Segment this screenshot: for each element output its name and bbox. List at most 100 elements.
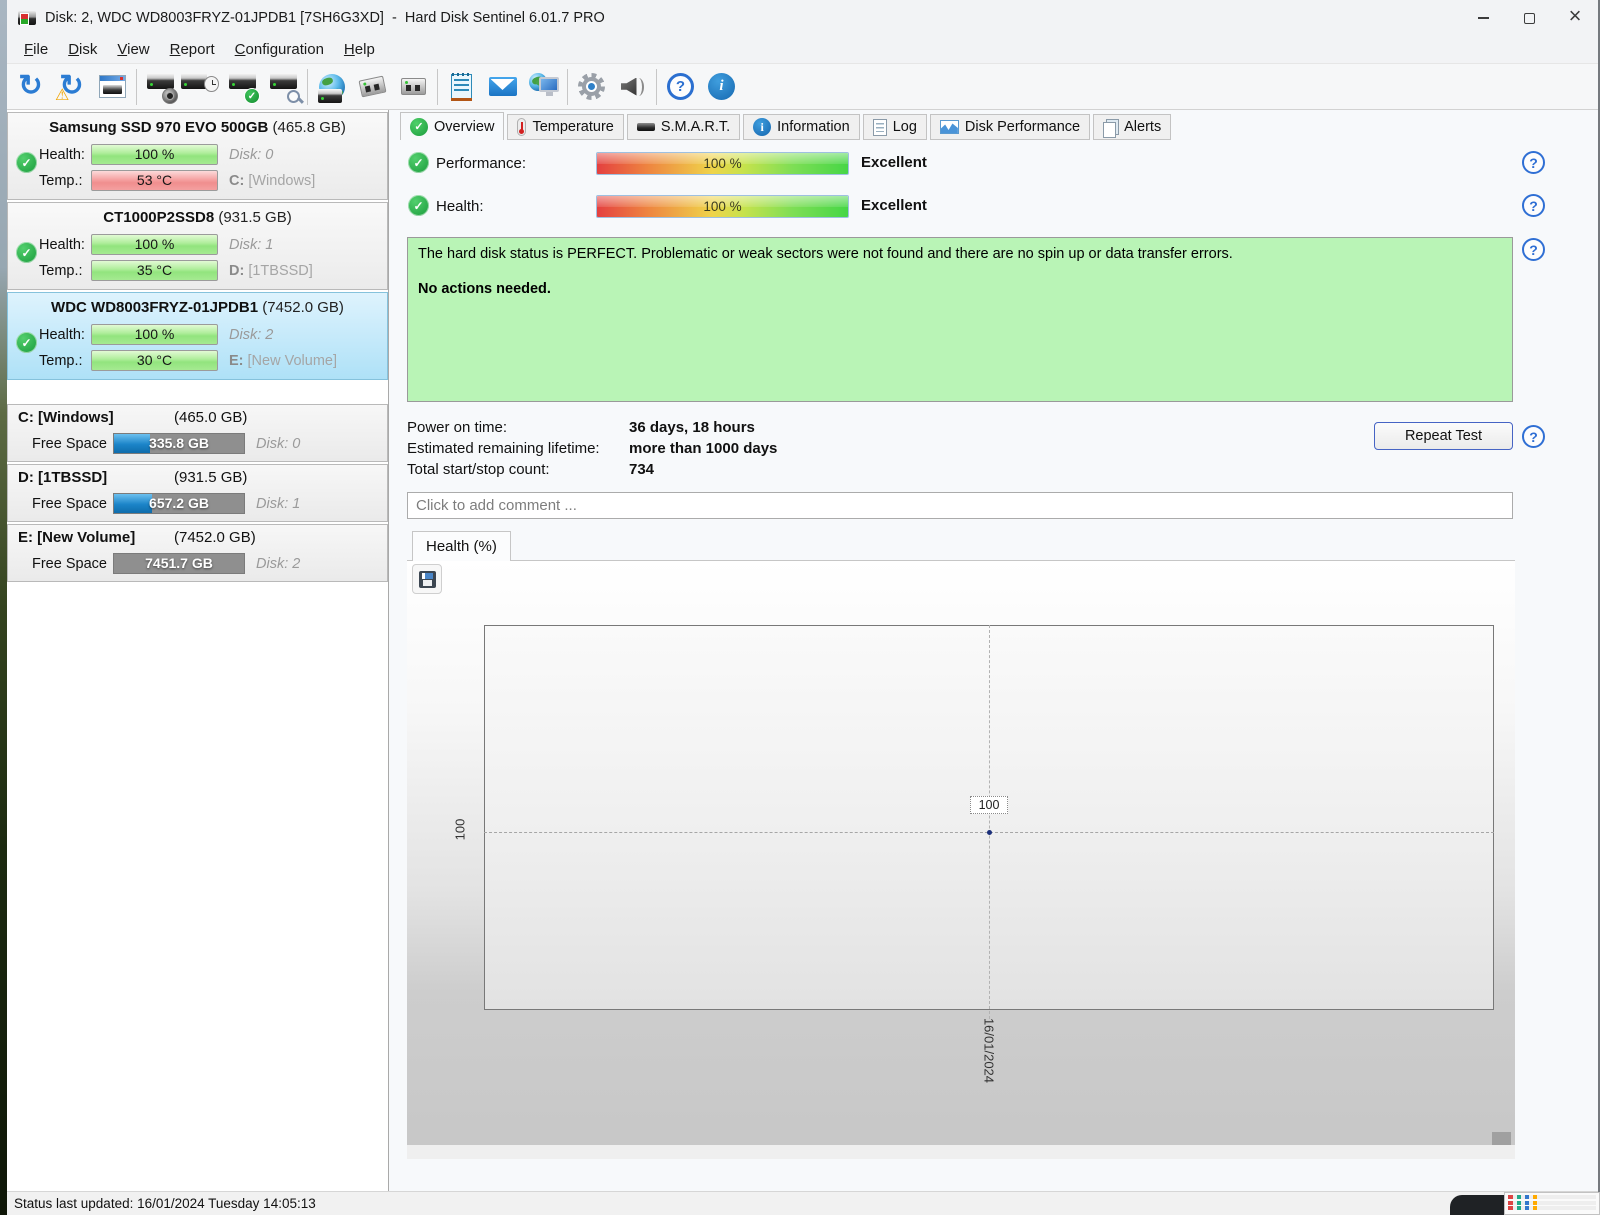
status-text: Status last updated: 16/01/2024 Tuesday … — [14, 1196, 316, 1211]
health-label: Health: — [39, 327, 91, 343]
menu-configuration[interactable]: Configuration — [225, 38, 334, 61]
taskbar-preview-thumbnail[interactable] — [1504, 1192, 1600, 1215]
power-on-time-value: 36 days, 18 hours — [629, 419, 755, 436]
performance-bar: 100 % — [596, 152, 849, 175]
sounds-speaker-icon[interactable] — [612, 66, 653, 107]
magnifier-badge-icon — [285, 88, 301, 104]
chart-x-tick-label: 16/01/2024 — [982, 1014, 997, 1088]
menu-report[interactable]: Report — [160, 38, 225, 61]
disk-tray-icon[interactable] — [393, 66, 434, 107]
performance-rating: Excellent — [861, 154, 927, 171]
notepad-icon — [451, 74, 472, 100]
menu-help[interactable]: Help — [334, 38, 385, 61]
tab-disk-performance[interactable]: Disk Performance — [930, 114, 1090, 140]
disk-health-icon[interactable] — [222, 66, 263, 107]
tabbar: Overview Temperature S.M.A.R.T. Informat… — [400, 112, 1171, 140]
temp-label: Temp.: — [39, 173, 91, 189]
start-stop-label: Total start/stop count: — [407, 461, 550, 478]
partition-panel-c[interactable]: C: [Windows] (465.0 GB) Free Space 335.8… — [7, 404, 388, 462]
performance-ok-icon — [408, 152, 429, 173]
enclosure-icon — [359, 76, 387, 98]
repeat-test-help-icon[interactable] — [1522, 425, 1545, 448]
report-window-icon — [99, 75, 126, 98]
network-monitor-icon[interactable] — [523, 66, 564, 107]
disk-icon — [270, 73, 297, 89]
free-space-bar: 335.8 GB — [113, 433, 245, 454]
drive-volume: D: [1TBSSD] — [229, 263, 313, 279]
chart-icon — [940, 120, 959, 134]
information-icon[interactable] — [701, 66, 742, 107]
tab-temperature[interactable]: Temperature — [507, 114, 623, 140]
menu-view[interactable]: View — [107, 38, 159, 61]
disk-panel-1[interactable]: CT1000P2SSD8 (931.5 GB) Health: 100 % Di… — [7, 202, 388, 290]
disk-acoustic-icon[interactable] — [140, 66, 181, 107]
tab-smart[interactable]: S.M.A.R.T. — [627, 114, 740, 140]
disk-report-window-icon[interactable] — [92, 66, 133, 107]
document-icon — [873, 119, 887, 136]
toolbar-separator — [567, 69, 568, 105]
refresh-glyph: ↻ — [18, 72, 42, 101]
temp-bar: 53 °C — [91, 170, 218, 191]
save-chart-button[interactable] — [412, 564, 442, 594]
network-disk-icon[interactable] — [311, 66, 352, 107]
disk-offline-icon[interactable] — [352, 66, 393, 107]
app-icon — [18, 11, 36, 25]
close-icon — [1569, 10, 1582, 26]
status-help-icon[interactable] — [1522, 238, 1545, 261]
tab-alerts[interactable]: Alerts — [1093, 114, 1171, 140]
tab-log[interactable]: Log — [863, 114, 927, 140]
chart-scrollbar-track — [407, 1145, 1515, 1159]
chart-gridline-vertical — [989, 625, 990, 1019]
performance-help-icon[interactable] — [1522, 151, 1545, 174]
close-button[interactable] — [1552, 0, 1598, 36]
drive-volume: C: [Windows] — [229, 173, 315, 189]
help-icon[interactable] — [660, 66, 701, 107]
disk-number: Disk: 0 — [229, 147, 273, 163]
partition-size: (931.5 GB) — [174, 469, 247, 486]
network-monitor-glyph — [529, 73, 559, 101]
health-bar: 100 % — [91, 324, 218, 345]
refresh-problems-icon[interactable]: ↻⚠ — [51, 66, 92, 107]
disk-status-message-box: The hard disk status is PERFECT. Problem… — [407, 237, 1513, 402]
disk-detect-icon[interactable] — [263, 66, 304, 107]
disk-clock-icon[interactable] — [181, 66, 222, 107]
settings-gear-icon[interactable] — [571, 66, 612, 107]
chart-scrollbar-thumb[interactable] — [1492, 1132, 1511, 1145]
minimize-button[interactable] — [1460, 0, 1506, 36]
maximize-button[interactable] — [1506, 0, 1552, 36]
disk-icon — [318, 89, 342, 103]
toolbar-separator — [307, 69, 308, 105]
refresh-icon[interactable]: ↻ — [10, 66, 51, 107]
disk-panel-2-selected[interactable]: WDC WD8003FRYZ-01JPDB1 (7452.0 GB) Healt… — [7, 292, 388, 380]
health-bar: 100 % — [91, 234, 218, 255]
free-space-bar: 657.2 GB — [113, 493, 245, 514]
report-notepad-icon[interactable] — [441, 66, 482, 107]
partition-panel-d[interactable]: D: [1TBSSD] (931.5 GB) Free Space 657.2 … — [7, 464, 388, 522]
power-on-time-label: Power on time: — [407, 419, 507, 436]
tab-information[interactable]: Information — [743, 114, 860, 140]
status-message: The hard disk status is PERFECT. Problem… — [418, 244, 1502, 264]
performance-label: Performance: — [436, 155, 526, 172]
toolbar-separator — [437, 69, 438, 105]
temp-bar: 35 °C — [91, 260, 218, 281]
menu-file[interactable]: File — [14, 38, 58, 61]
send-email-icon[interactable] — [482, 66, 523, 107]
disk-icon — [147, 73, 174, 89]
info-icon — [708, 73, 735, 100]
window-controls — [1460, 0, 1598, 36]
free-space-label: Free Space — [32, 436, 113, 452]
sidebar: Samsung SSD 970 EVO 500GB (465.8 GB) Hea… — [7, 110, 389, 1191]
menu-disk[interactable]: Disk — [58, 38, 107, 61]
warning-icon: ⚠ — [55, 85, 69, 105]
disk-icon — [229, 73, 256, 89]
repeat-test-button[interactable]: Repeat Test — [1374, 422, 1513, 450]
tab-health-percent[interactable]: Health (%) — [412, 531, 511, 561]
temp-bar: 30 °C — [91, 350, 218, 371]
health-help-icon[interactable] — [1522, 194, 1545, 217]
partition-panel-e[interactable]: E: [New Volume] (7452.0 GB) Free Space 7… — [7, 524, 388, 582]
disk-panel-0[interactable]: Samsung SSD 970 EVO 500GB (465.8 GB) Hea… — [7, 112, 388, 200]
partition-name: C: [Windows] — [18, 409, 114, 426]
health-label: Health: — [436, 198, 484, 215]
tab-overview[interactable]: Overview — [400, 112, 504, 140]
comment-input[interactable] — [407, 492, 1513, 519]
